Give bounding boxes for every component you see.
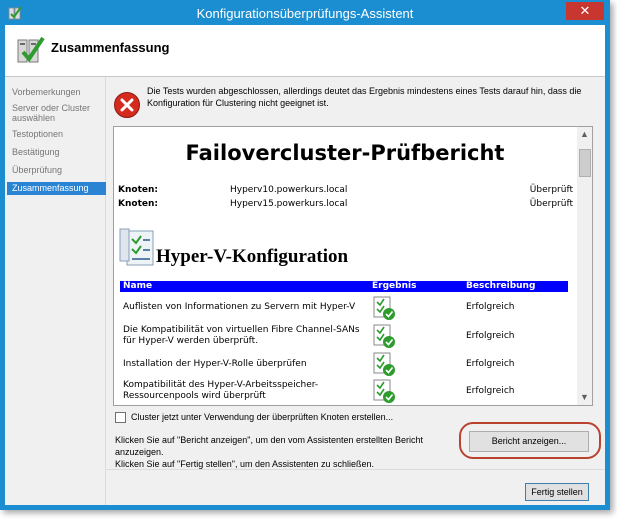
node-label: Knoten: [118,199,158,209]
test-description: Erfolgreich [466,359,515,369]
summary-check-icon [17,36,45,63]
step-navigation: Vorbemerkungen Server oder Cluster auswä… [5,77,106,505]
finish-button[interactable]: Fertig stellen [525,483,589,501]
node-status: Überprüft [529,185,573,195]
instruction-line: Klicken Sie auf "Bericht anzeigen", um d… [115,435,424,457]
page-title: Zusammenfassung [51,40,170,55]
table-row: Installation der Hyper-V-Rolle überprüfe… [120,351,568,379]
test-name: Kompatibilität des Hyper-V-Arbeitsspeich… [123,380,319,401]
close-button[interactable]: ✕ [566,2,604,20]
title-bar[interactable]: Konfigurationsüberprüfungs-Assistent ✕ [1,1,609,25]
create-cluster-checkbox[interactable] [115,412,126,423]
success-icon [373,352,395,376]
section-title: Hyper-V-Konfiguration [156,246,349,267]
table-row: Die Kompatibilität von virtuellen Fibre … [120,323,568,351]
column-header-result: Ergebnis [372,281,417,291]
create-cluster-label[interactable]: Cluster jetzt unter Verwendung der überp… [131,412,393,422]
success-icon [373,379,395,403]
scroll-up-icon[interactable]: ▲ [577,127,592,142]
test-name: Auflisten von Informationen zu Servern m… [123,302,356,312]
column-header-description: Beschreibung [466,281,536,291]
window-title: Konfigurationsüberprüfungs-Assistent [196,6,414,21]
test-description: Erfolgreich [466,331,515,341]
nav-step-bestaetigung[interactable]: Bestätigung [7,147,106,157]
view-report-button[interactable]: Bericht anzeigen... [469,431,589,452]
report-content: Failovercluster-Prüfbericht Knoten: Hype… [114,127,576,405]
wizard-header: Zusammenfassung [5,25,605,77]
nav-step-zusammenfassung[interactable]: Zusammenfassung [7,182,106,195]
success-icon [373,296,395,320]
nav-step-server-auswaehlen[interactable]: Server oder Cluster auswählen [7,103,94,123]
test-description: Erfolgreich [466,386,515,396]
report-view[interactable]: Failovercluster-Prüfbericht Knoten: Hype… [113,126,593,406]
success-icon [373,324,395,348]
status-text: Die Tests wurden abgeschlossen, allerdin… [147,86,582,108]
report-scrollbar[interactable]: ▲ ▼ [577,127,592,405]
node-label: Knoten: [118,185,158,195]
scroll-thumb[interactable] [579,149,591,177]
scroll-down-icon[interactable]: ▼ [577,390,592,405]
report-document-icon [119,228,154,266]
footer-divider [105,469,605,470]
error-icon [114,92,140,118]
test-description: Erfolgreich [466,302,515,312]
test-name: Installation der Hyper-V-Rolle überprüfe… [123,359,307,369]
wizard-window: Konfigurationsüberprüfungs-Assistent ✕ Z… [0,0,610,510]
nav-step-vorbemerkungen[interactable]: Vorbemerkungen [7,87,106,97]
nav-step-testoptionen[interactable]: Testoptionen [7,129,106,139]
table-header: Name Ergebnis Beschreibung [120,281,568,292]
instruction-text: Klicken Sie auf "Bericht anzeigen", um d… [115,434,465,470]
test-name: Die Kompatibilität von virtuellen Fibre … [123,325,360,346]
table-row: Kompatibilität des Hyper-V-Arbeitsspeich… [120,378,568,405]
close-icon: ✕ [579,3,591,18]
table-row: Auflisten von Informationen zu Servern m… [120,295,568,323]
node-name: Hyperv15.powerkurs.local [230,199,348,209]
status-message: Die Tests wurden abgeschlossen, allerdin… [113,83,593,123]
nav-step-ueberpruefung[interactable]: Überprüfung [7,165,106,175]
wizard-body: Vorbemerkungen Server oder Cluster auswä… [5,77,605,505]
report-title: Failovercluster-Prüfbericht [185,141,505,165]
wizard-client: Zusammenfassung Vorbemerkungen Server od… [5,25,605,505]
column-header-name: Name [123,281,153,291]
node-status: Überprüft [529,199,573,209]
node-name: Hyperv10.powerkurs.local [230,185,348,195]
